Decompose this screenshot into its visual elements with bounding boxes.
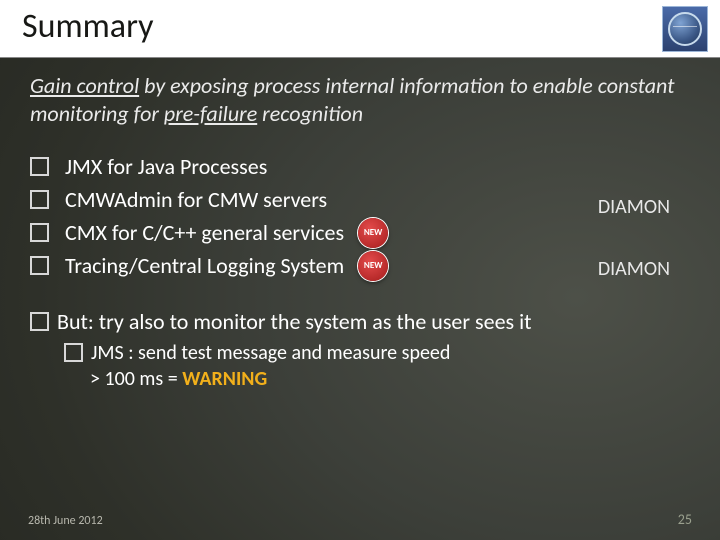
list-item: JMX for Java Processes — [30, 151, 690, 183]
page-title: Summary — [22, 6, 154, 47]
subtitle: Gain control by exposing process interna… — [30, 72, 690, 127]
list-item: Tracing/Central Logging System NEW — [30, 250, 690, 282]
bullet-box-icon — [30, 157, 49, 176]
but-row: But: try also to monitor the system as t… — [30, 308, 690, 335]
side-labels: DIAMON DIAMON — [598, 195, 670, 281]
subtitle-underline-2: pre-failure — [164, 100, 257, 127]
sub-line-2: > 100 ms = WARNING — [90, 367, 690, 391]
bullet-box-icon — [30, 190, 49, 209]
warning-label: WARNING — [182, 367, 267, 391]
bullet-text: CMX for C/C++ general services — [65, 217, 344, 249]
sub-bullet-text: JMS : send test message and measure spee… — [91, 341, 450, 365]
bullet-box-icon — [30, 256, 49, 275]
title-bar: Summary — [0, 0, 720, 58]
subtitle-tail: recognition — [257, 100, 363, 127]
new-badge-icon: NEW — [358, 218, 388, 248]
bullet-box-icon — [30, 223, 49, 242]
bullet-text: Tracing/Central Logging System — [65, 250, 344, 282]
slide-number: 25 — [678, 511, 692, 528]
cern-logo — [662, 6, 708, 52]
but-text: But: try also to monitor the system as t… — [57, 308, 532, 335]
footer: 28th June 2012 25 — [0, 511, 720, 528]
bullet-box-icon — [30, 312, 49, 331]
threshold-text: > 100 ms = — [90, 367, 182, 391]
bullet-box-icon — [64, 343, 83, 362]
cern-logo-icon — [668, 12, 702, 46]
bullet-text: CMWAdmin for CMW servers — [65, 184, 327, 216]
sub-bullet: JMS : send test message and measure spee… — [64, 341, 690, 365]
side-label: DIAMON — [598, 257, 670, 281]
list-item: CMWAdmin for CMW servers — [30, 184, 690, 216]
footer-date: 28th June 2012 — [28, 514, 103, 528]
new-badge-icon: NEW — [358, 251, 388, 281]
list-item: CMX for C/C++ general services NEW — [30, 217, 690, 249]
subtitle-underline-1: Gain control — [30, 72, 139, 99]
bullet-list: JMX for Java Processes CMWAdmin for CMW … — [30, 151, 690, 282]
side-label: DIAMON — [598, 195, 670, 219]
bullet-text: JMX for Java Processes — [65, 151, 267, 183]
